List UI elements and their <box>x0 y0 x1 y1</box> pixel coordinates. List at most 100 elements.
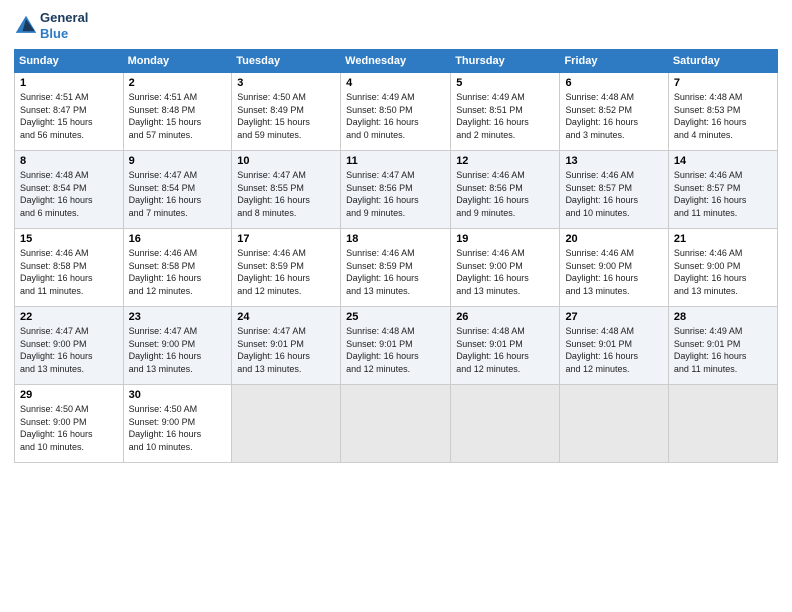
cell-info: Sunrise: 4:47 AM Sunset: 8:55 PM Dayligh… <box>237 169 335 219</box>
cell-info: Sunrise: 4:46 AM Sunset: 8:59 PM Dayligh… <box>346 247 445 297</box>
day-number: 25 <box>346 311 445 323</box>
day-number: 20 <box>565 233 662 245</box>
day-number: 30 <box>129 389 227 401</box>
calendar-table: SundayMondayTuesdayWednesdayThursdayFrid… <box>14 49 778 463</box>
cell-info: Sunrise: 4:46 AM Sunset: 8:56 PM Dayligh… <box>456 169 554 219</box>
page: General Blue SundayMondayTuesdayWednesda… <box>0 0 792 612</box>
cell-info: Sunrise: 4:46 AM Sunset: 8:57 PM Dayligh… <box>565 169 662 219</box>
cell-info: Sunrise: 4:47 AM Sunset: 9:01 PM Dayligh… <box>237 325 335 375</box>
calendar-week-row: 22 Sunrise: 4:47 AM Sunset: 9:00 PM Dayli… <box>15 307 778 385</box>
calendar-cell: 9 Sunrise: 4:47 AM Sunset: 8:54 PM Daylig… <box>123 151 232 229</box>
calendar-cell: 26 Sunrise: 4:48 AM Sunset: 9:01 PM Dayli… <box>451 307 560 385</box>
calendar-cell: 2 Sunrise: 4:51 AM Sunset: 8:48 PM Daylig… <box>123 73 232 151</box>
calendar-cell: 8Sunrise: 4:48 AM Sunset: 8:54 PM Daylig… <box>15 151 124 229</box>
calendar-week-row: 15 Sunrise: 4:46 AM Sunset: 8:58 PM Dayli… <box>15 229 778 307</box>
calendar-cell: 21 Sunrise: 4:46 AM Sunset: 9:00 PM Dayli… <box>668 229 777 307</box>
cell-info: Sunrise: 4:48 AM Sunset: 9:01 PM Dayligh… <box>565 325 662 375</box>
calendar-cell: 1Sunrise: 4:51 AM Sunset: 8:47 PM Daylig… <box>15 73 124 151</box>
weekday-header: Sunday <box>15 50 124 73</box>
day-number: 27 <box>565 311 662 323</box>
cell-info: Sunrise: 4:47 AM Sunset: 8:54 PM Dayligh… <box>129 169 227 219</box>
cell-info: Sunrise: 4:48 AM Sunset: 8:53 PM Dayligh… <box>674 91 772 141</box>
calendar-cell: 4 Sunrise: 4:49 AM Sunset: 8:50 PM Daylig… <box>341 73 451 151</box>
day-number: 16 <box>129 233 227 245</box>
day-number: 23 <box>129 311 227 323</box>
logo-icon <box>14 14 38 38</box>
cell-info: Sunrise: 4:46 AM Sunset: 9:00 PM Dayligh… <box>674 247 772 297</box>
calendar-cell: 16 Sunrise: 4:46 AM Sunset: 8:58 PM Dayli… <box>123 229 232 307</box>
calendar-cell <box>668 385 777 463</box>
calendar-cell: 7 Sunrise: 4:48 AM Sunset: 8:53 PM Daylig… <box>668 73 777 151</box>
day-number: 29 <box>20 389 118 401</box>
cell-info: Sunrise: 4:46 AM Sunset: 8:58 PM Dayligh… <box>20 247 118 297</box>
weekday-header: Friday <box>560 50 668 73</box>
calendar-cell <box>341 385 451 463</box>
day-number: 15 <box>20 233 118 245</box>
day-number: 6 <box>565 77 662 89</box>
day-number: 13 <box>565 155 662 167</box>
day-number: 3 <box>237 77 335 89</box>
calendar-week-row: 1Sunrise: 4:51 AM Sunset: 8:47 PM Daylig… <box>15 73 778 151</box>
cell-info: Sunrise: 4:49 AM Sunset: 8:50 PM Dayligh… <box>346 91 445 141</box>
calendar-cell: 13 Sunrise: 4:46 AM Sunset: 8:57 PM Dayli… <box>560 151 668 229</box>
day-number: 12 <box>456 155 554 167</box>
cell-info: Sunrise: 4:47 AM Sunset: 8:56 PM Dayligh… <box>346 169 445 219</box>
cell-info: Sunrise: 4:47 AM Sunset: 9:00 PM Dayligh… <box>20 325 118 375</box>
cell-info: Sunrise: 4:48 AM Sunset: 8:54 PM Dayligh… <box>20 169 118 219</box>
day-number: 14 <box>674 155 772 167</box>
weekday-header: Saturday <box>668 50 777 73</box>
cell-info: Sunrise: 4:46 AM Sunset: 8:59 PM Dayligh… <box>237 247 335 297</box>
calendar-cell: 10 Sunrise: 4:47 AM Sunset: 8:55 PM Dayli… <box>232 151 341 229</box>
calendar-cell: 11 Sunrise: 4:47 AM Sunset: 8:56 PM Dayli… <box>341 151 451 229</box>
calendar-cell: 20Sunrise: 4:46 AM Sunset: 9:00 PM Dayli… <box>560 229 668 307</box>
day-number: 17 <box>237 233 335 245</box>
day-number: 9 <box>129 155 227 167</box>
cell-info: Sunrise: 4:50 AM Sunset: 9:00 PM Dayligh… <box>20 403 118 453</box>
calendar-cell: 19 Sunrise: 4:46 AM Sunset: 9:00 PM Dayli… <box>451 229 560 307</box>
logo-text: General Blue <box>40 10 88 41</box>
day-number: 4 <box>346 77 445 89</box>
day-number: 1 <box>20 77 118 89</box>
calendar-cell <box>232 385 341 463</box>
calendar-cell <box>451 385 560 463</box>
calendar-cell: 27 Sunrise: 4:48 AM Sunset: 9:01 PM Dayli… <box>560 307 668 385</box>
header: General Blue <box>14 10 778 41</box>
weekday-header: Tuesday <box>232 50 341 73</box>
calendar-cell <box>560 385 668 463</box>
cell-info: Sunrise: 4:50 AM Sunset: 9:00 PM Dayligh… <box>129 403 227 453</box>
weekday-header: Monday <box>123 50 232 73</box>
cell-info: Sunrise: 4:46 AM Sunset: 9:00 PM Dayligh… <box>456 247 554 297</box>
calendar-cell: 23 Sunrise: 4:47 AM Sunset: 9:00 PM Dayli… <box>123 307 232 385</box>
cell-info: Sunrise: 4:47 AM Sunset: 9:00 PM Dayligh… <box>129 325 227 375</box>
day-number: 21 <box>674 233 772 245</box>
calendar-cell: 25 Sunrise: 4:48 AM Sunset: 9:01 PM Dayli… <box>341 307 451 385</box>
day-number: 24 <box>237 311 335 323</box>
day-number: 22 <box>20 311 118 323</box>
cell-info: Sunrise: 4:48 AM Sunset: 8:52 PM Dayligh… <box>565 91 662 141</box>
calendar-cell: 17 Sunrise: 4:46 AM Sunset: 8:59 PM Dayli… <box>232 229 341 307</box>
weekday-header: Thursday <box>451 50 560 73</box>
day-number: 18 <box>346 233 445 245</box>
calendar-cell: 15 Sunrise: 4:46 AM Sunset: 8:58 PM Dayli… <box>15 229 124 307</box>
day-number: 10 <box>237 155 335 167</box>
calendar-cell: 30 Sunrise: 4:50 AM Sunset: 9:00 PM Dayli… <box>123 385 232 463</box>
day-number: 7 <box>674 77 772 89</box>
day-number: 2 <box>129 77 227 89</box>
calendar-cell: 5Sunrise: 4:49 AM Sunset: 8:51 PM Daylig… <box>451 73 560 151</box>
calendar-cell: 12 Sunrise: 4:46 AM Sunset: 8:56 PM Dayli… <box>451 151 560 229</box>
cell-info: Sunrise: 4:48 AM Sunset: 9:01 PM Dayligh… <box>456 325 554 375</box>
calendar-cell: 24 Sunrise: 4:47 AM Sunset: 9:01 PM Dayli… <box>232 307 341 385</box>
day-number: 28 <box>674 311 772 323</box>
cell-info: Sunrise: 4:51 AM Sunset: 8:48 PM Dayligh… <box>129 91 227 141</box>
cell-info: Sunrise: 4:48 AM Sunset: 9:01 PM Dayligh… <box>346 325 445 375</box>
calendar-week-row: 29 Sunrise: 4:50 AM Sunset: 9:00 PM Dayli… <box>15 385 778 463</box>
calendar-cell: 18 Sunrise: 4:46 AM Sunset: 8:59 PM Dayli… <box>341 229 451 307</box>
cell-info: Sunrise: 4:50 AM Sunset: 8:49 PM Dayligh… <box>237 91 335 141</box>
calendar-header-row: SundayMondayTuesdayWednesdayThursdayFrid… <box>15 50 778 73</box>
cell-info: Sunrise: 4:46 AM Sunset: 8:58 PM Dayligh… <box>129 247 227 297</box>
day-number: 19 <box>456 233 554 245</box>
day-number: 11 <box>346 155 445 167</box>
day-number: 26 <box>456 311 554 323</box>
calendar-cell: 3 Sunrise: 4:50 AM Sunset: 8:49 PM Daylig… <box>232 73 341 151</box>
cell-info: Sunrise: 4:49 AM Sunset: 8:51 PM Dayligh… <box>456 91 554 141</box>
